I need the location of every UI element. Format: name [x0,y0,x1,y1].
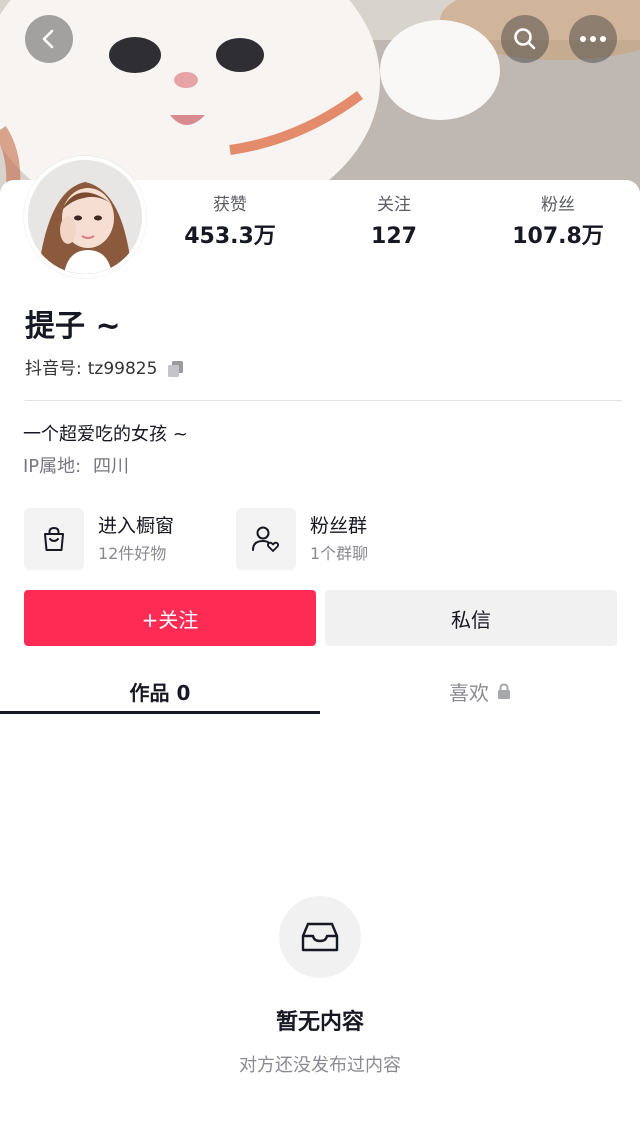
account-id-value: tz99825 [87,359,158,379]
avatar[interactable] [24,156,146,278]
stat-following-label: 关注 [377,195,411,215]
showcase-subtitle: 12件好物 [98,544,167,563]
message-button-label: 私信 [451,607,491,632]
more-button[interactable] [569,15,617,63]
showcase-title: 进入橱窗 [98,515,175,537]
back-button[interactable] [25,15,73,63]
follow-button[interactable]: +关注 [24,590,316,646]
fan-group-icon [236,508,296,570]
showcase-entry[interactable]: 进入橱窗 12件好物 [24,508,174,570]
empty-state-subtitle: 对方还没发布过内容 [239,1055,401,1076]
follow-button-label: +关注 [141,607,199,632]
ip-location-row: IP属地: 四川 [23,453,129,481]
tab-likes-label: 喜欢 [449,680,489,705]
stat-following-value: 127 [371,224,417,249]
chevron-left-icon [42,29,54,49]
tab-works-label: 作品 0 [129,680,191,705]
search-button[interactable] [501,15,549,63]
ip-label: IP属地: [23,456,82,477]
stat-followers[interactable]: 粉丝 107.8万 [488,194,628,252]
ellipsis-icon [580,36,606,42]
shopping-bag-icon [24,508,84,570]
stat-followers-value: 107.8万 [512,224,604,249]
stat-followers-label: 粉丝 [541,195,575,215]
avatar-portrait [28,160,142,274]
ip-value: 四川 [92,456,129,477]
tab-active-indicator [0,711,320,714]
stat-likes[interactable]: 获赞 453.3万 [160,194,300,252]
account-id-row: 抖音号: tz99825 [25,356,185,382]
account-id-label: 抖音号: [25,359,82,379]
tab-works[interactable]: 作品 0 [0,666,320,716]
fan-group-title: 粉丝群 [310,515,368,537]
message-button[interactable]: 私信 [325,590,617,646]
copy-icon[interactable] [167,360,185,378]
search-icon [514,28,536,50]
profile-bio: 一个超爱吃的女孩 ~ [23,424,188,445]
fan-group-subtitle: 1个群聊 [310,544,369,563]
stat-following[interactable]: 关注 127 [324,194,464,252]
fan-group-entry[interactable]: 粉丝群 1个群聊 [236,508,368,570]
inbox-tray-icon [279,896,361,978]
profile-name: 提子 ~ [25,309,121,344]
divider [25,400,622,401]
empty-state-title: 暂无内容 [275,1010,364,1035]
tab-likes[interactable]: 喜欢 [320,666,640,716]
lock-icon [497,682,511,700]
stat-likes-label: 获赞 [213,195,247,215]
stat-likes-value: 453.3万 [184,224,276,249]
